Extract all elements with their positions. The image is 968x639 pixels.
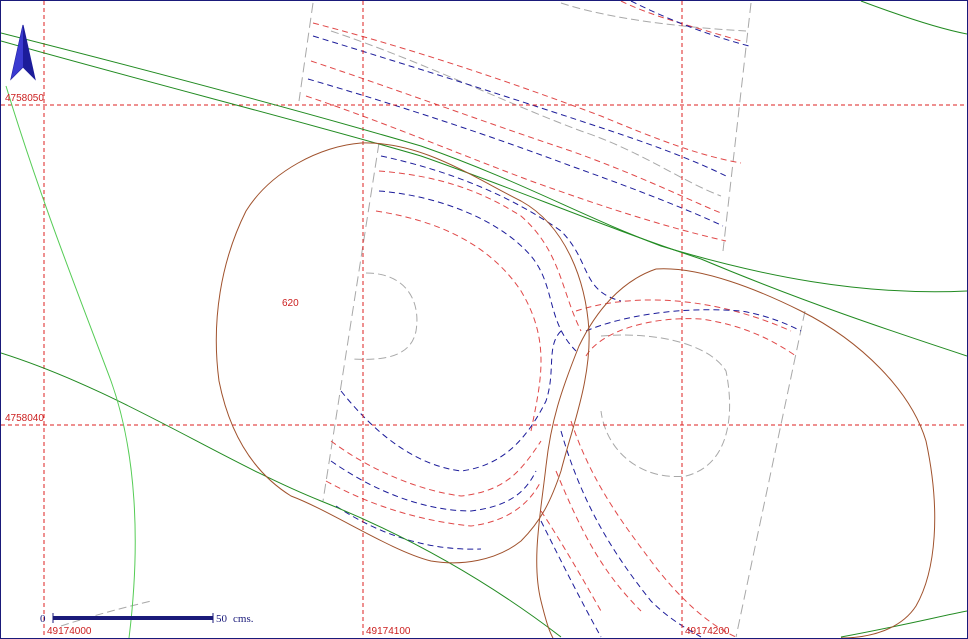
- boundary-west-parcel: [215, 142, 590, 564]
- red-contour-1: [312, 22, 742, 164]
- boundaries: [215, 142, 936, 638]
- grid-label-x-49174000: 49174000: [47, 626, 92, 637]
- strip-south-left-edge: [322, 142, 380, 502]
- grey-contours: [60, 2, 747, 627]
- blue-contour-8: [335, 505, 482, 550]
- blue-contour-2: [307, 78, 724, 227]
- blue-contour-11: [540, 520, 602, 638]
- road-bottom-right: [840, 610, 967, 638]
- scale-bar-end-label: 50: [216, 613, 227, 625]
- red-contour-3: [305, 95, 727, 242]
- map-viewport[interactable]: 4758050 4758040 49174000 49174100 491742…: [0, 0, 968, 639]
- footpaths: [5, 85, 136, 638]
- north-arrow-icon: [10, 24, 36, 81]
- boundary-east-parcel: [536, 268, 936, 638]
- map-canvas[interactable]: [1, 1, 967, 638]
- grey-contour-small-hill: [350, 272, 418, 360]
- blue-contour-3: [630, 1, 750, 47]
- red-contour-6: [375, 210, 542, 432]
- blue-contour-1: [312, 35, 727, 177]
- strip-north-left-edge: [298, 2, 314, 102]
- blue-contour-4: [378, 190, 577, 352]
- red-contour-12: [570, 420, 737, 638]
- road-upper-2: [1, 40, 967, 357]
- footpath-west: [5, 85, 136, 638]
- grid-label-x-49174100: 49174100: [366, 626, 411, 637]
- scale-bar-segment: [53, 616, 213, 620]
- scale-bar-unit-label: cms.: [233, 613, 254, 625]
- red-contour-11: [585, 318, 797, 357]
- red-contour-2: [310, 60, 722, 214]
- red-contour-13: [555, 470, 642, 612]
- blue-contour-7: [330, 460, 537, 512]
- spot-elevation-label: 620: [282, 298, 299, 309]
- road-lines: [1, 1, 967, 638]
- grid-label-y-4758040: 4758040: [5, 413, 44, 424]
- blue-contour-5: [380, 155, 622, 302]
- road-upper-1: [1, 32, 967, 293]
- blue-contour-6: [340, 330, 562, 472]
- scale-bar-start-label: 0: [40, 613, 46, 625]
- red-contour-9: [540, 510, 602, 612]
- grid-lines: [1, 1, 967, 638]
- road-lower: [1, 352, 562, 638]
- red-contour-4: [620, 1, 742, 42]
- blue-contour-9: [585, 309, 802, 332]
- scale-bar: [52, 613, 214, 623]
- strip-south-right-edge: [735, 310, 806, 638]
- grid-label-x-49174200: 49174200: [685, 626, 730, 637]
- road-top-right: [860, 1, 967, 35]
- grey-contour-top-right: [560, 2, 747, 32]
- grid-label-y-4758050: 4758050: [5, 93, 44, 104]
- grey-contour-bottom-left: [60, 600, 152, 627]
- grey-contour-hill-east: [600, 334, 731, 478]
- grey-contour-upper-band: [330, 30, 722, 197]
- red-contour-10: [575, 299, 792, 332]
